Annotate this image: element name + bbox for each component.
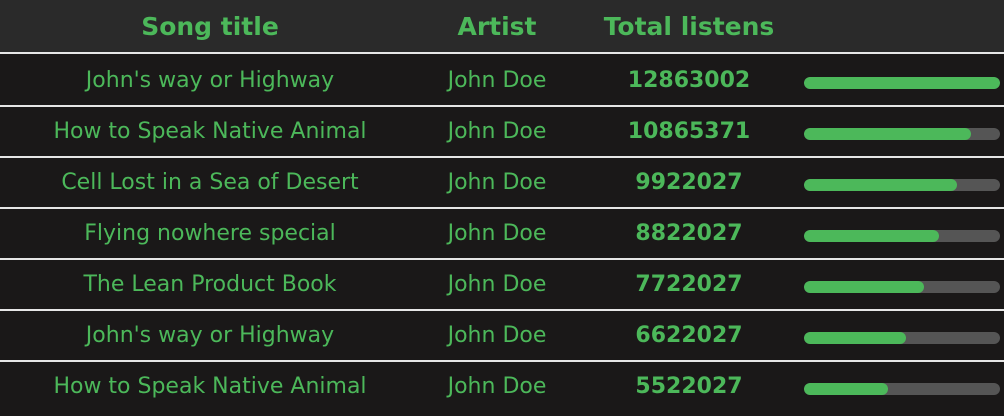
artist-name: John Doe [447, 119, 547, 144]
progress-fill [804, 383, 889, 395]
listen-count: 7722027 [635, 272, 743, 297]
listen-count: 10865371 [627, 119, 751, 144]
song-title: Cell Lost in a Sea of Desert [61, 170, 359, 195]
song-title: Flying nowhere special [84, 221, 336, 246]
listen-count: 5522027 [635, 374, 743, 399]
table-row: The Lean Product Book John Doe 7722027 [0, 260, 1004, 311]
progress-fill [804, 332, 906, 344]
listens-progress-bar [804, 179, 1000, 191]
artist-name: John Doe [447, 323, 547, 348]
song-title: How to Speak Native Animal [53, 374, 367, 399]
artist-name: John Doe [447, 272, 547, 297]
artist-name: John Doe [447, 170, 547, 195]
table-row: How to Speak Native Animal John Doe 5522… [0, 362, 1004, 413]
table-header: Song title Artist Total listens [0, 0, 1004, 54]
artist-name: John Doe [447, 68, 547, 93]
song-title: John's way or Highway [85, 323, 335, 348]
listen-count: 9922027 [635, 170, 743, 195]
header-total-listens: Total listens [603, 12, 775, 41]
listens-progress-bar [804, 230, 1000, 242]
progress-fill [804, 281, 924, 293]
table-row: How to Speak Native Animal John Doe 1086… [0, 107, 1004, 158]
song-title: John's way or Highway [85, 68, 335, 93]
listen-count: 8822027 [635, 221, 743, 246]
table-row: Cell Lost in a Sea of Desert John Doe 99… [0, 158, 1004, 209]
progress-fill [804, 179, 957, 191]
progress-fill [804, 128, 971, 140]
artist-name: John Doe [447, 221, 547, 246]
listen-count: 6622027 [635, 323, 743, 348]
artist-name: John Doe [447, 374, 547, 399]
header-artist: Artist [457, 12, 537, 41]
listen-count: 12863002 [627, 68, 751, 93]
listens-progress-bar [804, 332, 1000, 344]
listens-progress-bar [804, 281, 1000, 293]
header-song-title: Song title [141, 12, 279, 41]
listens-table: Song title Artist Total listens John's w… [0, 0, 1004, 416]
table-row: John's way or Highway John Doe 12863002 [0, 56, 1004, 107]
song-title: The Lean Product Book [83, 272, 337, 297]
listens-progress-bar [804, 128, 1000, 140]
progress-fill [804, 230, 940, 242]
table-row: Flying nowhere special John Doe 8822027 [0, 209, 1004, 260]
listens-progress-bar [804, 383, 1000, 395]
table-row: John's way or Highway John Doe 6622027 [0, 311, 1004, 362]
song-title: How to Speak Native Animal [53, 119, 367, 144]
listens-progress-bar [804, 77, 1000, 89]
progress-fill [804, 77, 1000, 89]
